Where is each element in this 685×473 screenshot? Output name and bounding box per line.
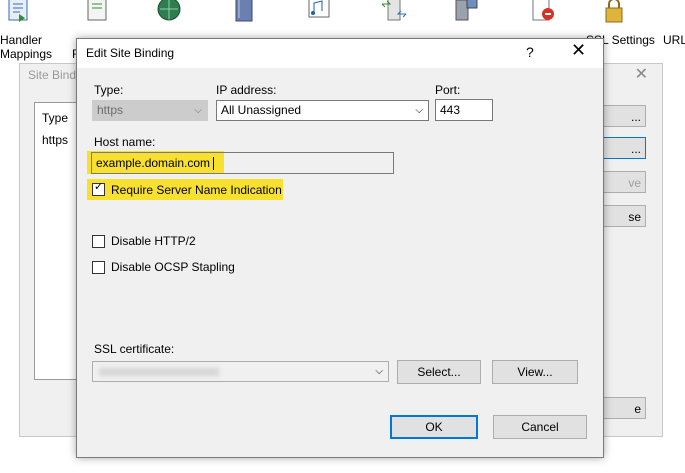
list-item[interactable]: https (42, 133, 68, 147)
dialog-titlebar[interactable]: Edit Site Binding ? ✕ (77, 39, 603, 68)
site-bindings-close-icon[interactable]: ✕ (635, 64, 648, 84)
help-icon[interactable]: ? (526, 44, 534, 60)
list-header-type[interactable]: Type (42, 111, 68, 125)
select-certificate-button[interactable]: Select... (397, 360, 481, 384)
sni-checkbox[interactable]: ✓ (92, 181, 105, 196)
http-icon[interactable] (84, 0, 112, 24)
disable-http2-label[interactable]: Disable HTTP/2 (111, 234, 196, 248)
chevron-down-icon: ⌵ (375, 366, 383, 377)
handler-mappings-label-2[interactable]: Mappings (0, 47, 52, 62)
disable-http2-checkbox[interactable] (92, 235, 105, 248)
host-name-field[interactable]: example.domain.com (91, 152, 394, 174)
site-bindings-title: Site Bindi (28, 68, 79, 82)
edit-site-binding-dialog: Edit Site Binding ? ✕ Type: https ⌵ IP a… (76, 38, 604, 458)
request-filtering-icon[interactable] (528, 0, 556, 24)
host-name-value: example.domain.com (96, 156, 211, 170)
ok-button[interactable]: OK (390, 415, 478, 439)
type-value: https (97, 103, 124, 117)
logging-book-icon[interactable] (230, 0, 258, 24)
text-cursor (213, 157, 215, 171)
view-certificate-button[interactable]: View... (492, 360, 578, 384)
sni-label[interactable]: Require Server Name Indication (111, 183, 282, 197)
ip-address-label: IP address: (216, 83, 277, 97)
dialog-title: Edit Site Binding (86, 46, 175, 60)
ip-address-value: All Unassigned (221, 103, 302, 117)
chevron-down-icon: ⌵ (194, 105, 202, 116)
handler-mappings-icon[interactable] (5, 0, 33, 24)
chevron-down-icon: ⌵ (415, 105, 423, 116)
cancel-button[interactable]: Cancel (493, 415, 587, 439)
blurred-certificate-name (99, 368, 219, 376)
checkmark-icon: ✓ (94, 181, 104, 193)
disable-ocsp-checkbox[interactable] (92, 261, 105, 274)
ip-address-select[interactable]: All Unassigned ⌵ (216, 100, 429, 121)
host-name-label: Host name: (94, 135, 156, 149)
port-label: Port: (435, 83, 461, 97)
output-caching-icon[interactable] (452, 0, 480, 24)
type-label: Type: (94, 83, 124, 97)
ssl-certificate-label: SSL certificate: (94, 342, 175, 356)
close-icon[interactable]: ✕ (571, 40, 586, 61)
modules-icon[interactable] (380, 0, 408, 24)
handler-mappings-label[interactable]: Handler (0, 33, 42, 48)
port-field[interactable]: 443 (435, 99, 493, 121)
mime-types-icon[interactable] (306, 0, 334, 24)
ssl-certificate-select[interactable]: ⌵ (92, 361, 389, 382)
lock-icon[interactable] (600, 0, 628, 24)
url-rewrite-label[interactable]: URL (663, 33, 685, 48)
isapi-globe-icon[interactable] (155, 0, 183, 24)
type-select: https ⌵ (92, 100, 208, 121)
disable-ocsp-label[interactable]: Disable OCSP Stapling (111, 260, 235, 274)
